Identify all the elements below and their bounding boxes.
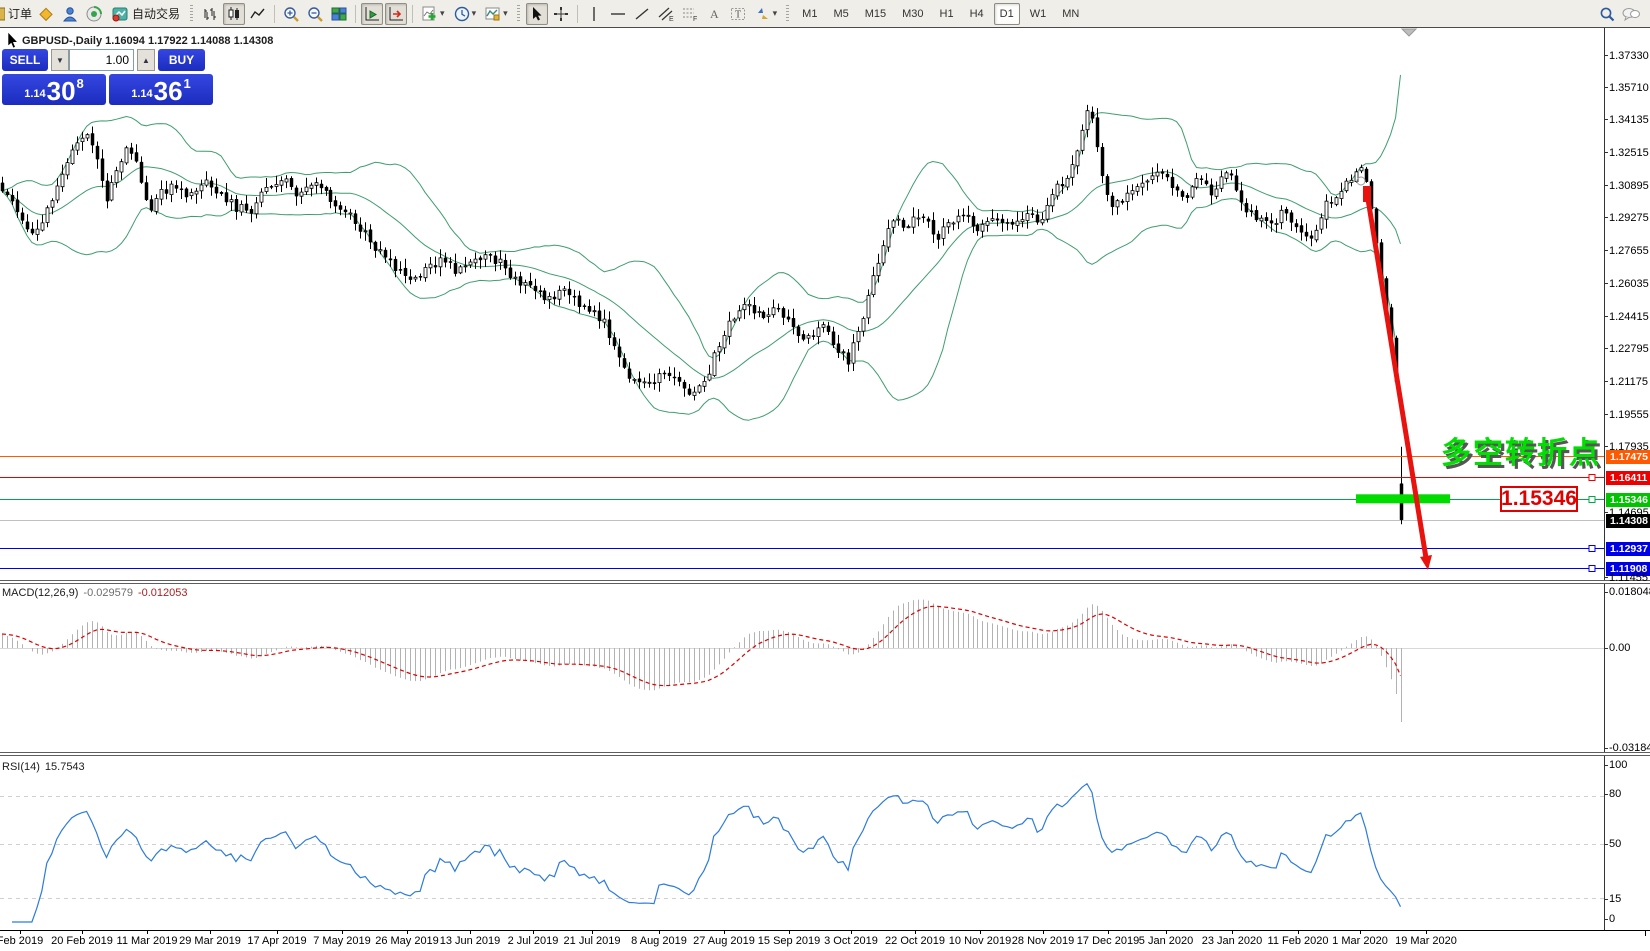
date-label[interactable]: 3 Oct 2019: [824, 935, 878, 947]
price-tick-label[interactable]: 1.29275: [1609, 212, 1649, 224]
rsi-name: RSI(14): [2, 761, 40, 773]
hline-handle[interactable]: [1589, 497, 1595, 503]
price-tick-label[interactable]: 1.17935: [1609, 441, 1649, 453]
sell-price-big: 30: [47, 79, 76, 103]
date-label[interactable]: 21 Jul 2019: [564, 935, 621, 947]
sell-button[interactable]: SELL: [2, 49, 48, 71]
macd-axis-label[interactable]: -0.031847: [1609, 742, 1650, 754]
price-tick-label[interactable]: 1.11455: [1609, 572, 1648, 584]
date-label[interactable]: 20 Feb 2019: [51, 935, 113, 947]
candle-wicks: [3, 105, 1402, 524]
macd-main-value: -0.029579: [83, 587, 133, 599]
rsi-title: RSI(14) 15.7543: [2, 761, 85, 773]
rsi-value: 15.7543: [45, 761, 85, 773]
date-label[interactable]: 10 Nov 2019: [949, 935, 1011, 947]
buy-price-display[interactable]: 1.14361: [109, 74, 213, 105]
rsi-axis-label[interactable]: 15: [1609, 893, 1621, 905]
price-label-1.15346: 1.15346: [1606, 493, 1650, 507]
price-tick-label[interactable]: 1.27655: [1609, 245, 1649, 257]
price-label-1.16411: 1.16411: [1606, 471, 1650, 485]
macd-title: MACD(12,26,9) -0.029579 -0.012053: [2, 587, 188, 599]
date-label[interactable]: 22 Oct 2019: [885, 935, 945, 947]
macd-signal-value: -0.012053: [138, 587, 188, 599]
volume-increase-button[interactable]: ▲: [137, 49, 155, 71]
bollinger-middle-band: [2, 167, 1401, 378]
rsi-axis-label[interactable]: 0: [1609, 913, 1615, 925]
date-label[interactable]: 23 Jan 2020: [1202, 935, 1263, 947]
date-label[interactable]: 7 May 2019: [313, 935, 370, 947]
chart-title: GBPUSD-,Daily 1.16094 1.17922 1.14088 1.…: [22, 35, 273, 47]
date-label[interactable]: 26 May 2019: [375, 935, 439, 947]
date-label[interactable]: 19 Mar 2020: [1395, 935, 1457, 947]
price-tick-label[interactable]: 1.37330: [1609, 50, 1649, 62]
price-tick-label[interactable]: 1.26035: [1609, 278, 1649, 290]
macd-histogram: [3, 600, 1402, 722]
bear-candles: [1, 112, 1403, 520]
date-label[interactable]: 17 Dec 2019: [1077, 935, 1139, 947]
hline-handle[interactable]: [1589, 475, 1595, 481]
price-tick-label[interactable]: 1.21175: [1609, 376, 1648, 388]
bull-candles: [36, 111, 1363, 396]
date-label[interactable]: 11 Feb 2020: [1268, 935, 1329, 947]
chart-canvas[interactable]: [0, 0, 1650, 951]
macd-axis-label[interactable]: 0.00: [1609, 642, 1630, 654]
turning-point-annotation[interactable]: 多空转折点: [1441, 428, 1601, 472]
hline-handle[interactable]: [1589, 546, 1595, 552]
green-highlight-bar[interactable]: [1356, 494, 1450, 503]
price-tick-label[interactable]: 1.22795: [1609, 343, 1649, 355]
date-label[interactable]: 27 Aug 2019: [693, 935, 755, 947]
date-label[interactable]: 28 Nov 2019: [1012, 935, 1074, 947]
date-label[interactable]: 17 Apr 2019: [247, 935, 306, 947]
price-tick-label[interactable]: 1.32515: [1609, 147, 1649, 159]
volume-input[interactable]: 1.00: [69, 49, 134, 71]
price-tick-label[interactable]: 1.34135: [1609, 114, 1649, 126]
rsi-axis-label[interactable]: 80: [1609, 788, 1621, 800]
macd-name: MACD(12,26,9): [2, 587, 78, 599]
buy-button[interactable]: BUY: [158, 49, 205, 71]
price-callout-box[interactable]: 1.15346: [1500, 486, 1578, 512]
sell-price-sup: 8: [77, 76, 84, 91]
macd-rsi-splitter[interactable]: [0, 752, 1650, 756]
price-tick-label[interactable]: 1.30895: [1609, 180, 1649, 192]
date-label[interactable]: 1 Mar 2020: [1332, 935, 1388, 947]
mouse-cursor: [8, 32, 18, 48]
bollinger-upper-band: [2, 75, 1401, 358]
date-label[interactable]: 15 Sep 2019: [758, 935, 820, 947]
price-tick-label[interactable]: 1.14695: [1609, 507, 1649, 519]
date-label[interactable]: 8 Aug 2019: [631, 935, 687, 947]
rsi-axis-label[interactable]: 50: [1609, 838, 1621, 850]
hline-handle[interactable]: [1589, 566, 1595, 572]
sell-price-small: 1.14: [24, 88, 45, 100]
mt4-window: 订单 自动交易: [0, 0, 1650, 951]
price-tick-label[interactable]: 1.35710: [1609, 82, 1649, 94]
chart-shift-marker[interactable]: [1402, 29, 1416, 36]
date-label[interactable]: 13 Jun 2019: [440, 935, 501, 947]
rsi-line: [12, 784, 1401, 922]
rsi-axis-label[interactable]: 100: [1609, 759, 1627, 771]
buy-price-small: 1.14: [131, 88, 152, 100]
price-tick-label[interactable]: 1.24415: [1609, 311, 1649, 323]
date-label[interactable]: 11 Mar 2019: [117, 935, 178, 947]
buy-price-sup: 1: [184, 76, 191, 91]
macd-signal-line: [2, 606, 1401, 685]
volume-decrease-button[interactable]: ▼: [51, 49, 69, 71]
date-label[interactable]: 29 Mar 2019: [179, 935, 241, 947]
trend-arrow-head: [1420, 555, 1432, 570]
price-label-1.12937: 1.12937: [1606, 542, 1650, 556]
date-label[interactable]: 2 Jul 2019: [508, 935, 559, 947]
date-label[interactable]: Feb 2019: [0, 935, 43, 947]
one-click-trading-panel: SELL ▼ 1.00 ▲ BUY 1.14308 1.14361: [2, 49, 213, 105]
sell-price-display[interactable]: 1.14308: [2, 74, 106, 105]
macd-axis-label[interactable]: 0.018048: [1609, 586, 1650, 598]
price-tick-label[interactable]: 1.19555: [1609, 409, 1649, 421]
buy-price-big: 36: [154, 79, 183, 103]
main-macd-splitter[interactable]: [0, 580, 1650, 584]
date-label[interactable]: 5 Jan 2020: [1139, 935, 1193, 947]
